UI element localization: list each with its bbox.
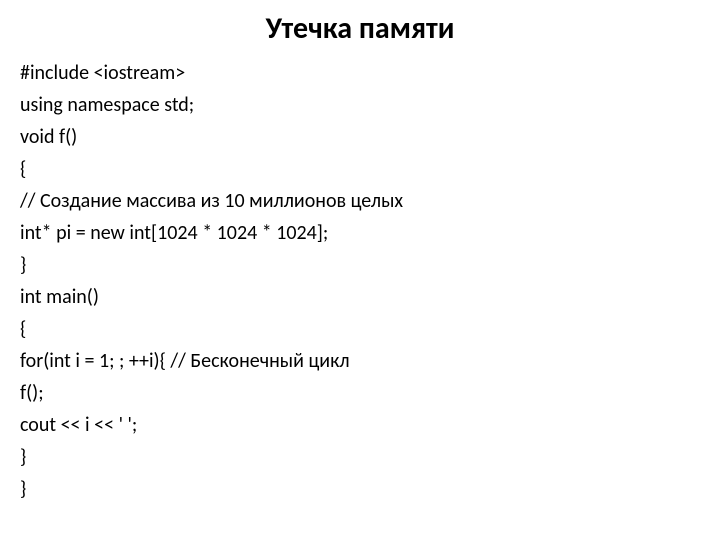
code-line-1: #include <iostream>: [20, 57, 700, 89]
code-line-9: {: [20, 313, 700, 345]
code-line-5: // Создание массива из 10 миллионов целы…: [20, 185, 700, 217]
code-line-14: }: [20, 473, 700, 505]
code-line-12: cout << i << ' ';: [20, 409, 700, 441]
code-line-10: for(int i = 1; ; ++i){ // Бесконечный ци…: [20, 345, 700, 377]
code-line-7: }: [20, 249, 700, 281]
code-line-13: }: [20, 441, 700, 473]
code-line-11: f();: [20, 377, 700, 409]
code-line-4: {: [20, 153, 700, 185]
code-line-2: using namespace std;: [20, 89, 700, 121]
code-line-6: int* pi = new int[1024 * 1024 * 1024];: [20, 217, 700, 249]
slide-title: Утечка памяти: [20, 10, 700, 47]
code-line-8: int main(): [20, 281, 700, 313]
code-line-3: void f(): [20, 121, 700, 153]
